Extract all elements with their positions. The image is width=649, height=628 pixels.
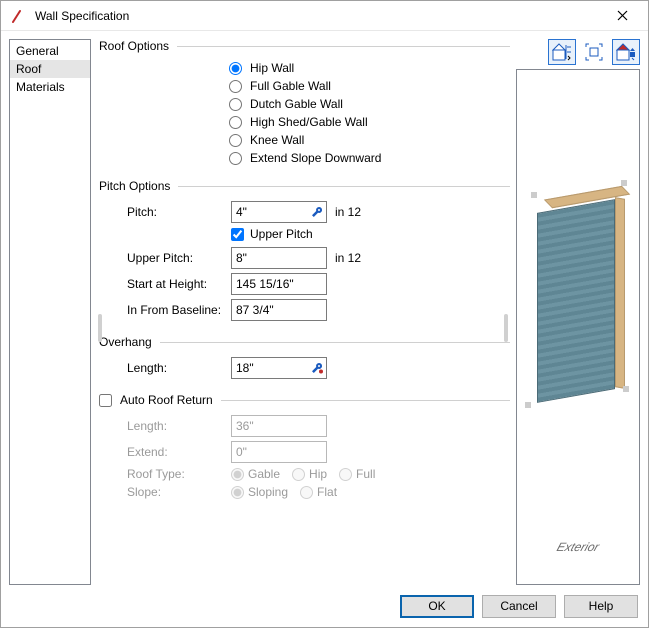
category-sidebar: General Roof Materials (9, 39, 91, 585)
sidebar-item-roof[interactable]: Roof (10, 60, 90, 78)
overhang-length-label: Length: (127, 361, 223, 375)
arr-rooftype-label: Roof Type: (127, 467, 223, 481)
start-height-label: Start at Height: (127, 277, 223, 291)
preview-caption: Exterior (515, 540, 642, 554)
wrench-override-icon[interactable] (308, 358, 326, 378)
wall-preview-3d (523, 188, 631, 438)
radio-dutch-gable-wall[interactable]: Dutch Gable Wall (229, 97, 510, 111)
arr-extend-input-wrapper (231, 441, 327, 463)
start-height-input-wrapper (231, 273, 327, 295)
arr-length-input (232, 416, 326, 436)
radio-dutch-gable-input[interactable] (229, 98, 242, 111)
cancel-button[interactable]: Cancel (482, 595, 556, 618)
arr-slope-radios: Sloping Flat (231, 485, 337, 499)
auto-roof-return-legend-label: Auto Roof Return (120, 393, 213, 407)
window-title: Wall Specification (35, 9, 602, 23)
radio-label: Extend Slope Downward (250, 151, 381, 165)
radio-knee-wall[interactable]: Knee Wall (229, 133, 510, 147)
preview-viewport[interactable]: Exterior (516, 69, 640, 585)
dialog-footer: OK Cancel Help (1, 585, 648, 627)
arr-rooftype-gable: Gable (231, 467, 280, 481)
wrench-icon[interactable] (308, 202, 326, 222)
sidebar-splitter[interactable] (98, 314, 102, 342)
preview-color-toggle-button[interactable] (612, 39, 640, 65)
sidebar-item-label: Materials (16, 80, 65, 94)
roof-options-group: Roof Options Hip Wall Full Gable Wall (99, 39, 510, 169)
radio-label: Full Gable Wall (250, 79, 331, 93)
wall-specification-dialog: Wall Specification General Roof Material… (0, 0, 649, 628)
auto-roof-return-group: Auto Roof Return Length: Extend: (99, 393, 510, 503)
upper-pitch-input-wrapper (231, 247, 327, 269)
arr-rooftype-radios: Gable Hip Full (231, 467, 375, 481)
in-from-baseline-input[interactable] (232, 300, 326, 320)
preview-zoom-extents-button[interactable] (580, 39, 608, 65)
preview-mode-elevation-button[interactable] (548, 39, 576, 65)
radio-full-gable-input[interactable] (229, 80, 242, 93)
arr-rooftype-full: Full (339, 467, 375, 481)
pitch-options-group: Pitch Options Pitch: in 12 (99, 179, 510, 325)
radio-label: Hip Wall (250, 61, 294, 75)
radio-hip-wall-input[interactable] (229, 62, 242, 75)
radio-knee-wall-input[interactable] (229, 134, 242, 147)
upper-pitch-label: Upper Pitch: (127, 251, 223, 265)
upper-pitch-checkbox[interactable] (231, 228, 244, 241)
radio-high-shed-wall[interactable]: High Shed/Gable Wall (229, 115, 510, 129)
upper-pitch-input[interactable] (232, 248, 326, 268)
arr-length-input-wrapper (231, 415, 327, 437)
arr-slope-sloping: Sloping (231, 485, 288, 499)
arr-extend-label: Extend: (127, 445, 223, 459)
sidebar-item-materials[interactable]: Materials (10, 78, 90, 96)
titlebar: Wall Specification (1, 1, 648, 31)
radio-extend-slope-input[interactable] (229, 152, 242, 165)
radio-label: Knee Wall (250, 133, 304, 147)
in-from-baseline-label: In From Baseline: (127, 303, 223, 317)
arr-slope-flat: Flat (300, 485, 337, 499)
overhang-length-input-wrapper (231, 357, 327, 379)
upper-pitch-suffix: in 12 (335, 251, 361, 265)
arr-rooftype-hip: Hip (292, 467, 327, 481)
close-button[interactable] (602, 2, 642, 30)
roof-options-legend: Roof Options (99, 39, 510, 53)
arr-slope-label: Slope: (127, 485, 223, 499)
radio-extend-slope[interactable]: Extend Slope Downward (229, 151, 510, 165)
radio-hip-wall[interactable]: Hip Wall (229, 61, 510, 75)
arr-extend-input (232, 442, 326, 462)
start-height-input[interactable] (232, 274, 326, 294)
preview-splitter[interactable] (504, 314, 508, 342)
radio-high-shed-input[interactable] (229, 116, 242, 129)
form-area: Roof Options Hip Wall Full Gable Wall (99, 39, 510, 585)
overhang-length-input[interactable] (232, 358, 308, 378)
auto-roof-return-checkbox[interactable] (99, 394, 112, 407)
sidebar-item-label: Roof (16, 62, 41, 76)
pitch-label: Pitch: (127, 205, 223, 219)
upper-pitch-checkbox-label: Upper Pitch (250, 227, 313, 241)
app-icon (11, 8, 27, 24)
in-from-baseline-input-wrapper (231, 299, 327, 321)
sidebar-item-label: General (16, 44, 59, 58)
pitch-options-legend: Pitch Options (99, 179, 510, 193)
pitch-input[interactable] (232, 202, 308, 222)
sidebar-item-general[interactable]: General (10, 42, 90, 60)
overhang-group: Overhang Length: (99, 335, 510, 383)
auto-roof-return-legend: Auto Roof Return (99, 393, 510, 407)
arr-length-label: Length: (127, 419, 223, 433)
radio-label: Dutch Gable Wall (250, 97, 343, 111)
pitch-input-wrapper (231, 201, 327, 223)
pitch-suffix: in 12 (335, 205, 361, 219)
preview-area: Exterior (516, 39, 640, 585)
overhang-legend: Overhang (99, 335, 510, 349)
radio-full-gable-wall[interactable]: Full Gable Wall (229, 79, 510, 93)
help-button[interactable]: Help (564, 595, 638, 618)
ok-button[interactable]: OK (400, 595, 474, 618)
radio-label: High Shed/Gable Wall (250, 115, 368, 129)
